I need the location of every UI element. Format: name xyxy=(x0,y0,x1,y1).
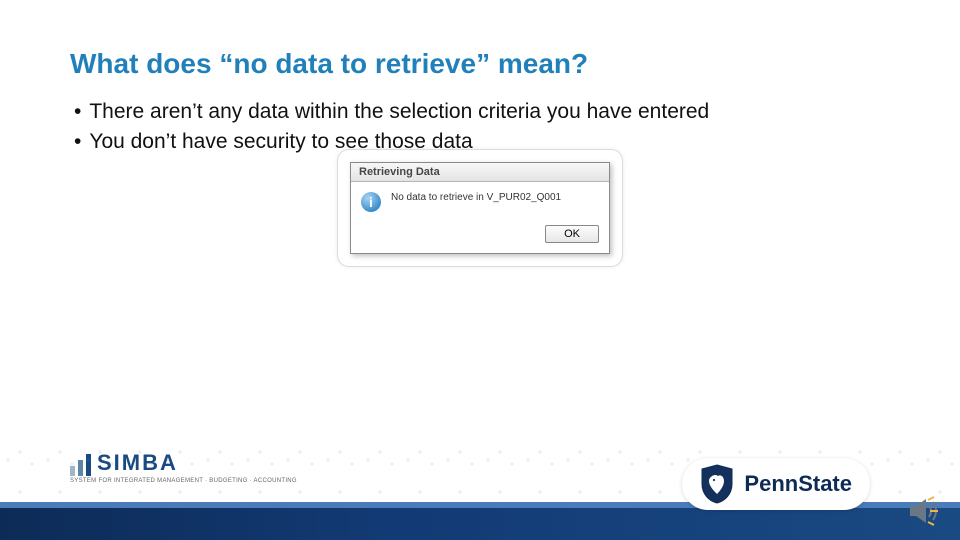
dialog-title: Retrieving Data xyxy=(351,163,609,182)
bullet-item: • There aren’t any data within the selec… xyxy=(70,98,890,126)
pennstate-logo: PennState xyxy=(682,458,870,510)
dialog-frame: Retrieving Data i No data to retrieve in… xyxy=(337,149,623,267)
pennstate-text: PennState xyxy=(744,471,852,497)
speaker-icon xyxy=(908,496,942,526)
dialog-button-row: OK xyxy=(351,220,609,253)
simba-subtitle: SYSTEM FOR INTEGRATED MANAGEMENT · BUDGE… xyxy=(70,478,297,484)
simba-logo: SIMBA SYSTEM FOR INTEGRATED MANAGEMENT ·… xyxy=(70,450,297,484)
dialog-message: No data to retrieve in V_PUR02_Q001 xyxy=(391,192,561,203)
simba-wordmark: SIMBA xyxy=(70,450,297,476)
bullet-text: There aren’t any data within the selecti… xyxy=(89,98,890,126)
dialog-screenshot: Retrieving Data i No data to retrieve in… xyxy=(70,149,890,267)
stripe-main xyxy=(0,508,960,540)
bars-icon xyxy=(70,454,91,476)
bullet-list: • There aren’t any data within the selec… xyxy=(70,98,890,157)
info-icon: i xyxy=(361,192,381,212)
shield-icon xyxy=(700,464,734,504)
simba-name: SIMBA xyxy=(97,450,178,476)
slide-title: What does “no data to retrieve” mean? xyxy=(70,48,890,80)
dialog-body: i No data to retrieve in V_PUR02_Q001 xyxy=(351,182,609,220)
bullet-dot-icon: • xyxy=(74,128,81,156)
bullet-dot-icon: • xyxy=(74,98,81,126)
slide: What does “no data to retrieve” mean? • … xyxy=(0,0,960,540)
retrieving-data-dialog: Retrieving Data i No data to retrieve in… xyxy=(350,162,610,254)
ok-button[interactable]: OK xyxy=(545,225,599,243)
